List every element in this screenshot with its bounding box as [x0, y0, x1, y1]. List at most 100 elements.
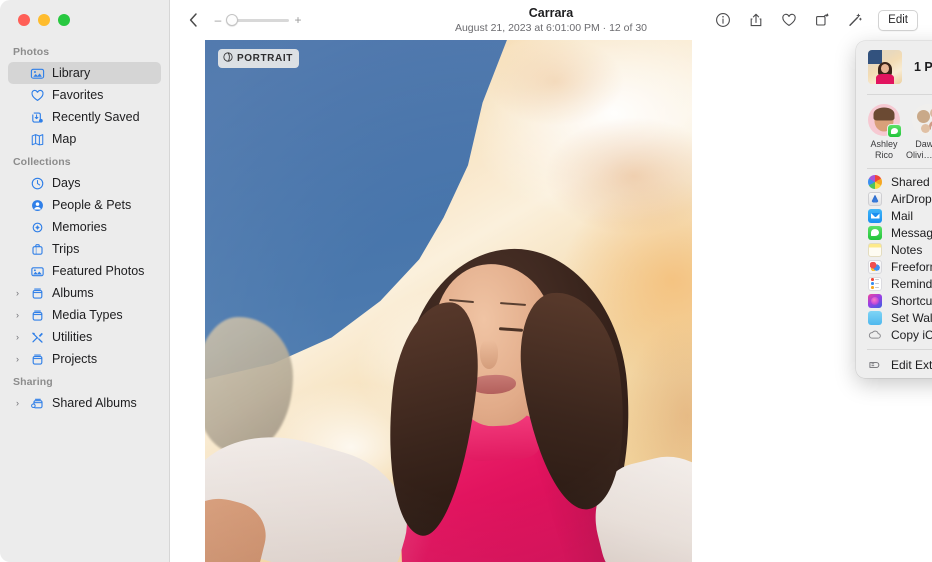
avatar-wrap	[868, 104, 900, 136]
zoom-button[interactable]	[58, 14, 70, 26]
sidebar-section-collections: Collections	[0, 150, 169, 172]
menu-item-copy-icloud-link[interactable]: Copy iCloud Link	[856, 326, 932, 343]
portrait-badge[interactable]: PORTRAIT	[218, 49, 299, 68]
toolbar: – + Carrara August 21, 2023 at 6:01:00 P…	[170, 0, 932, 40]
sidebar-item-media-types[interactable]: › Media Types	[8, 304, 161, 326]
sidebar-item-label: Recently Saved	[52, 110, 140, 124]
utilities-icon	[29, 329, 45, 345]
sidebar-item-projects[interactable]: › Projects	[8, 348, 161, 370]
sidebar-item-label: Library	[52, 66, 90, 80]
sidebar-item-shared-albums[interactable]: › Shared Albums	[8, 392, 161, 414]
sidebar-item-label: Memories	[52, 220, 107, 234]
photo-image	[205, 40, 692, 562]
disclosure-icon[interactable]: ›	[13, 311, 22, 320]
menu-item-messages[interactable]: Messages	[856, 224, 932, 241]
messages-icon	[868, 226, 882, 240]
sidebar-item-label: Days	[52, 176, 80, 190]
toolbar-actions: Edit	[713, 10, 932, 31]
sidebar-item-albums[interactable]: › Albums	[8, 282, 161, 304]
menu-item-notes[interactable]: Notes	[856, 241, 932, 258]
menu-item-reminders[interactable]: Reminders	[856, 275, 932, 292]
menu-item-label: Mail	[891, 209, 913, 223]
zoom-slider[interactable]: – +	[213, 14, 303, 26]
zoom-in-button[interactable]: +	[293, 14, 303, 26]
icloud-icon	[868, 328, 882, 342]
contact-name: Dawn, Olivi…hers	[906, 139, 932, 160]
minimize-button[interactable]	[38, 14, 50, 26]
shared-albums-icon	[868, 175, 882, 189]
sidebar-item-people-pets[interactable]: › People & Pets	[8, 194, 161, 216]
disclosure-icon[interactable]: ›	[13, 399, 22, 408]
auto-enhance-icon[interactable]	[845, 10, 865, 30]
avatar-mini	[921, 124, 930, 133]
zoom-out-button[interactable]: –	[213, 14, 223, 26]
menu-item-label: Edit Extensions…	[891, 358, 932, 372]
info-icon[interactable]	[713, 10, 733, 30]
disclosure-icon[interactable]: ›	[13, 289, 22, 298]
airdrop-icon	[868, 192, 882, 206]
contact-suggestion[interactable]: Ashley Rico	[862, 104, 906, 160]
favorite-heart-icon[interactable]	[779, 10, 799, 30]
share-menu-list: Shared Albums AirDrop Mail Messages Note…	[856, 169, 932, 343]
albums-icon	[29, 285, 45, 301]
sidebar-item-label: Projects	[52, 352, 97, 366]
popover-divider-bottom	[867, 349, 932, 350]
close-button[interactable]	[18, 14, 30, 26]
featured-photos-icon	[29, 263, 45, 279]
zoom-slider-knob[interactable]	[226, 14, 238, 26]
menu-item-airdrop[interactable]: AirDrop	[856, 190, 932, 207]
photos-library-icon	[29, 65, 45, 81]
sidebar-item-label: Map	[52, 132, 76, 146]
memories-icon	[29, 219, 45, 235]
sidebar-item-map[interactable]: › Map	[8, 128, 161, 150]
avatar-mini	[917, 110, 930, 123]
sidebar-item-days[interactable]: › Days	[8, 172, 161, 194]
sidebar-item-label: People & Pets	[52, 198, 131, 212]
menu-item-label: Freeform	[891, 260, 932, 274]
menu-item-edit-extensions[interactable]: Edit Extensions…	[856, 356, 932, 373]
menu-item-mail[interactable]: Mail	[856, 207, 932, 224]
sidebar-item-recently-saved[interactable]: › Recently Saved	[8, 106, 161, 128]
sidebar-item-label: Shared Albums	[52, 396, 137, 410]
suitcase-icon	[29, 241, 45, 257]
messages-badge-icon	[887, 124, 902, 138]
sidebar-item-label: Featured Photos	[52, 264, 144, 278]
menu-item-shared-albums[interactable]: Shared Albums	[856, 173, 932, 190]
sidebar-item-memories[interactable]: › Memories	[8, 216, 161, 238]
person-circle-icon	[29, 197, 45, 213]
avatar-wrap	[912, 104, 932, 136]
contact-suggestions: Ashley Rico Dawn, Olivi…hers	[856, 95, 932, 168]
share-popover: 1 Photo Selected Ashley Rico	[856, 41, 932, 378]
thumb-sky	[868, 50, 882, 64]
sidebar-item-label: Utilities	[52, 330, 92, 344]
disclosure-icon[interactable]: ›	[13, 333, 22, 342]
selection-count-label: 1 Photo Selected	[914, 60, 932, 74]
contact-name: Ashley Rico	[870, 139, 897, 160]
menu-item-label: Shared Albums	[891, 175, 932, 189]
recently-saved-icon	[29, 109, 45, 125]
shortcuts-icon	[868, 294, 882, 308]
sidebar-item-label: Media Types	[52, 308, 123, 322]
photo-viewer[interactable]: PORTRAIT	[205, 40, 692, 562]
sidebar-item-trips[interactable]: › Trips	[8, 238, 161, 260]
share-icon[interactable]	[746, 10, 766, 30]
edit-button[interactable]: Edit	[878, 10, 918, 31]
sidebar-item-utilities[interactable]: › Utilities	[8, 326, 161, 348]
media-types-icon	[29, 307, 45, 323]
notes-icon	[868, 243, 882, 257]
rotate-icon[interactable]	[812, 10, 832, 30]
sidebar-item-featured-photos[interactable]: › Featured Photos	[8, 260, 161, 282]
menu-item-label: Set Wallpaper	[891, 311, 932, 325]
disclosure-icon[interactable]: ›	[13, 355, 22, 364]
menu-item-freeform[interactable]: Freeform	[856, 258, 932, 275]
menu-item-shortcuts[interactable]: Shortcuts	[856, 292, 932, 309]
freeform-icon	[868, 260, 882, 274]
traffic-lights	[0, 0, 169, 40]
menu-item-label: Notes	[891, 243, 922, 257]
zoom-slider-track[interactable]	[227, 19, 289, 22]
sidebar-item-favorites[interactable]: › Favorites	[8, 84, 161, 106]
contact-suggestion[interactable]: Dawn, Olivi…hers	[906, 104, 932, 160]
menu-item-set-wallpaper[interactable]: Set Wallpaper	[856, 309, 932, 326]
back-button[interactable]	[183, 9, 203, 31]
sidebar-item-library[interactable]: › Library	[8, 62, 161, 84]
